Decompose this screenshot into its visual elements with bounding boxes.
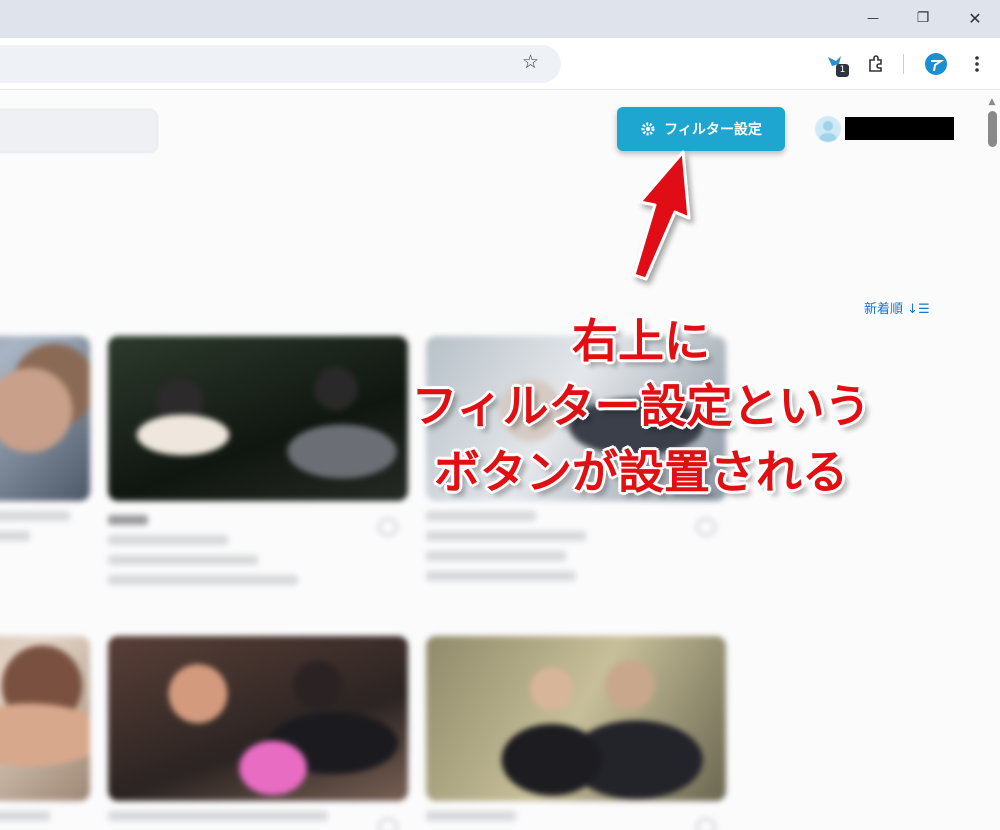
sort-toggle[interactable]: 新着順 ↓☰ — [864, 298, 930, 317]
bookmark-star-icon[interactable]: ☆ — [522, 53, 539, 72]
avatar[interactable] — [815, 116, 841, 142]
minimize-icon: — — [867, 11, 879, 25]
sort-label: 新着順 — [864, 302, 904, 317]
puzzle-icon — [869, 55, 882, 72]
restore-button[interactable]: ❐ — [909, 6, 937, 30]
favorite-icon[interactable] — [378, 818, 398, 830]
video-thumbnail[interactable] — [108, 636, 408, 801]
gear-icon — [641, 122, 655, 136]
restore-icon: ❐ — [916, 10, 930, 26]
menu-kebab-icon — [975, 56, 979, 72]
browser-toolbar: ☆ 1 — [0, 38, 1000, 90]
toolbar-separator — [903, 54, 904, 74]
video-thumbnail[interactable] — [108, 336, 408, 501]
video-card[interactable] — [0, 336, 90, 541]
video-thumbnail[interactable] — [0, 636, 90, 801]
extension-button[interactable]: 1 — [823, 50, 851, 78]
profile-button[interactable] — [922, 50, 950, 78]
address-bar[interactable] — [0, 45, 561, 83]
video-thumbnail[interactable] — [426, 336, 726, 501]
username-redacted — [845, 117, 954, 140]
user-icon — [819, 121, 837, 142]
page-content: フィルター設定 新着順 ↓☰ ▲ — [0, 91, 1000, 830]
video-card[interactable] — [0, 636, 90, 821]
extensions-menu-button[interactable] — [862, 50, 890, 78]
video-card[interactable] — [108, 636, 408, 830]
favorite-icon[interactable] — [696, 818, 716, 830]
video-grid — [0, 91, 980, 830]
video-card[interactable] — [426, 636, 726, 830]
minimize-button[interactable]: — — [859, 6, 887, 30]
browser-menu-button[interactable] — [963, 50, 991, 78]
browser-titlebar: — ❐ ✕ — [0, 0, 1000, 38]
extension-badge: 1 — [836, 64, 849, 77]
sort-descending-icon: ↓☰ — [907, 302, 930, 317]
video-card[interactable] — [426, 336, 726, 581]
scrollbar-up-arrow[interactable]: ▲ — [986, 97, 998, 107]
search-input[interactable] — [0, 109, 158, 153]
filter-settings-label: フィルター設定 — [664, 122, 762, 138]
profile-icon — [925, 53, 947, 75]
video-card[interactable] — [108, 336, 408, 585]
close-icon: ✕ — [968, 8, 982, 28]
filter-settings-button[interactable]: フィルター設定 — [617, 107, 785, 151]
video-thumbnail[interactable] — [426, 636, 726, 801]
video-thumbnail[interactable] — [0, 336, 90, 501]
favorite-icon[interactable] — [696, 518, 716, 536]
scrollbar-thumb[interactable] — [988, 111, 997, 147]
favorite-icon[interactable] — [378, 518, 398, 536]
close-window-button[interactable]: ✕ — [961, 6, 989, 30]
